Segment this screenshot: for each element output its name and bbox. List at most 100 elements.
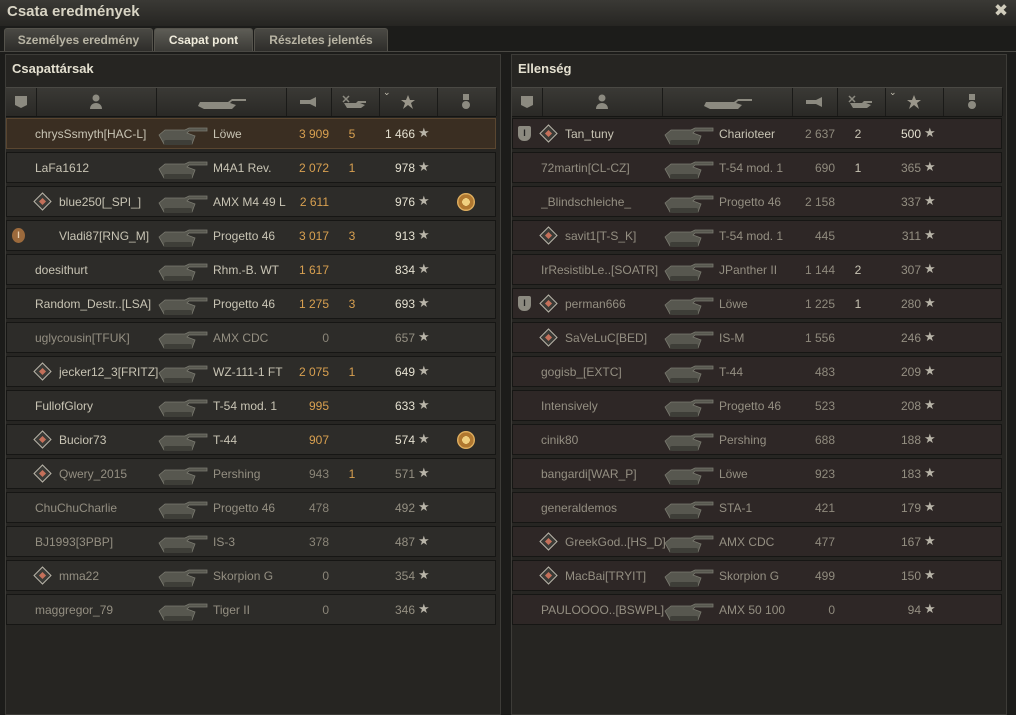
close-icon[interactable]: ✖ [992,2,1010,20]
damage-value: 477 [814,535,835,549]
player-row[interactable]: blue250[_SPI_] AMX M4 49 L 2 611 976 ★ [6,186,496,217]
points-value: 571 [394,467,415,481]
player-row[interactable]: Intensively Progetto 46 523 208 ★ [512,390,1002,421]
tank-icon [661,360,715,386]
star-icon: ★ [418,431,430,446]
points-value: 354 [394,569,415,583]
player-row[interactable]: Bucior73 T-44 907 574 ★ [6,424,496,455]
points-value: 183 [900,467,921,481]
star-icon: ★ [924,125,936,140]
tab-personal-results[interactable]: Személyes eredmény [4,28,153,51]
player-badges [12,430,57,449]
player-row[interactable]: maggregor_79 Tiger II 0 346 ★ [6,594,496,625]
column-header-player[interactable] [542,88,663,116]
star-icon: ★ [924,295,936,310]
player-row[interactable]: I Vladi87[RNG_M] Progetto 46 3 017 3 913 ★ [6,220,496,251]
player-row[interactable]: bangardi[WAR_P] Löwe 923 183 ★ [512,458,1002,489]
player-name: perman666 [565,297,626,311]
player-row[interactable]: cinik80 Pershing 688 188 ★ [512,424,1002,455]
damage-value: 1 144 [804,263,835,277]
tank-icon [155,394,209,420]
column-header-player[interactable] [36,88,157,116]
vehicle-name: Pershing [719,433,767,447]
vehicle-name: AMX CDC [213,331,269,345]
vehicle-name: Pershing [213,467,261,481]
player-row[interactable]: LaFa1612 M4A1 Rev. 2 072 1 978 ★ [6,152,496,183]
star-icon: ★ [418,329,430,344]
player-row[interactable]: generaldemos STA-1 421 179 ★ [512,492,1002,523]
column-header-damage[interactable] [792,88,838,116]
points-value: 208 [900,399,921,413]
clan-emblem-icon [33,362,52,381]
player-row[interactable]: 72martin[CL-CZ] T-54 mod. 1 690 1 365 ★ [512,152,1002,183]
tank-icon [661,564,715,590]
team-panel-enemies: Ellenség ⌄ I Tan_tuny Charioteer 2 637 2 500 ★ 7… [511,54,1007,715]
player-row[interactable]: jecker12_3[FRITZ] WZ-111-1 FT 2 075 1 649 ★ [6,356,496,387]
points-value: 693 [394,297,415,311]
column-header-damage[interactable] [286,88,332,116]
player-row[interactable]: uglycousin[TFUK] AMX CDC 0 657 ★ [6,322,496,353]
player-row[interactable]: doesithurt Rhm.-B. WT 1 617 834 ★ [6,254,496,285]
column-header-squad[interactable] [6,88,37,116]
column-header-medal[interactable] [437,88,497,116]
panel-title-allies: Csapattársak [12,61,94,76]
window-title: Csata eredmények [7,3,140,20]
tank-icon [155,190,209,216]
points-value: 834 [394,263,415,277]
damage-value: 0 [322,331,329,345]
player-badges: I [518,124,563,143]
player-row[interactable]: IrResistibLe..[SOATR] JPanther II 1 144 2 30… [512,254,1002,285]
team-panel-allies: Csapattársak ⌄ chrysSsmyth[HAC-L] Löwe 3 90… [5,54,501,715]
player-name: 72martin[CL-CZ] [541,161,630,175]
star-icon: ★ [924,329,936,344]
player-row[interactable]: PAULOOOO..[BSWPL] AMX 50 100 0 94 ★ [512,594,1002,625]
vehicle-name: Progetto 46 [213,229,276,243]
column-header-tank[interactable] [662,88,793,116]
star-icon: ★ [924,193,936,208]
player-row[interactable]: Random_Destr..[LSA] Progetto 46 1 275 3 693 ★ [6,288,496,319]
column-header-squad[interactable] [512,88,543,116]
column-header-tank[interactable] [156,88,287,116]
column-header-points-star[interactable]: ⌄ [885,87,944,116]
vehicle-name: IS-3 [213,535,236,549]
player-row[interactable]: Qwery_2015 Pershing 943 1 571 ★ [6,458,496,489]
player-row[interactable]: chrysSsmyth[HAC-L] Löwe 3 909 5 1 466 ★ [6,118,496,149]
tank-icon [661,496,715,522]
medal-icon[interactable] [457,193,475,211]
medal-icon[interactable] [457,431,475,449]
player-row[interactable]: _Blindschleiche_ Progetto 46 2 158 337 ★ [512,186,1002,217]
tab-detailed-report[interactable]: Részletes jelentés [254,28,388,51]
player-row[interactable]: GreekGod..[HS_D] AMX CDC 477 167 ★ [512,526,1002,557]
player-row[interactable]: MacBai[TRYIT] Skorpion G 499 150 ★ [512,560,1002,591]
player-row[interactable]: FullofGlory T-54 mod. 1 995 633 ★ [6,390,496,421]
tab-team-score[interactable]: Csapat pont [154,28,253,51]
player-row[interactable]: I Tan_tuny Charioteer 2 637 2 500 ★ [512,118,1002,149]
column-header-frags[interactable] [331,88,380,116]
damage-value: 0 [322,603,329,617]
player-row[interactable]: savit1[T-S_K] T-54 mod. 1 445 311 ★ [512,220,1002,251]
damage-value: 1 556 [804,331,835,345]
column-header-points-star[interactable]: ⌄ [379,87,438,116]
player-row[interactable]: SaVeLuC[BED] IS-M 1 556 246 ★ [512,322,1002,353]
player-name: savit1[T-S_K] [565,229,637,243]
player-name: BJ1993[3PBP] [35,535,114,549]
star-icon: ★ [418,261,430,276]
points-value: 337 [900,195,921,209]
player-badges: I [518,294,563,313]
player-badges: I [12,228,57,244]
column-header-medal[interactable] [943,88,1003,116]
player-name: IrResistibLe..[SOATR] [541,263,659,277]
player-row[interactable]: gogisb_[EXTC] T-44 483 209 ★ [512,356,1002,387]
damage-value: 943 [308,467,329,481]
player-name: Bucior73 [59,433,107,447]
clan-emblem-icon [539,226,558,245]
clan-emblem-icon [33,464,52,483]
points-value: 574 [394,433,415,447]
player-row[interactable]: Iperman666 Löwe 1 225 1 280 ★ [512,288,1002,319]
clan-emblem-icon [33,192,52,211]
player-row[interactable]: BJ1993[3PBP] IS-3 378 487 ★ [6,526,496,557]
player-row[interactable]: ChuChuCharlie Progetto 46 478 492 ★ [6,492,496,523]
player-row[interactable]: mma22 Skorpion G 0 354 ★ [6,560,496,591]
platoon-mark-icon: I [518,296,531,311]
column-header-frags[interactable] [837,88,886,116]
